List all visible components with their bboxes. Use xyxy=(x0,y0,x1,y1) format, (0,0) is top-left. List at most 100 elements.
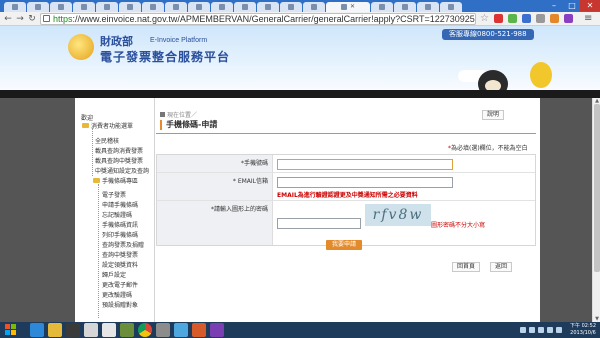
clock-time: 下午 02:52 xyxy=(570,323,596,329)
tab-favicon-icon xyxy=(104,4,110,10)
sidebar-item[interactable]: 全民稽核 xyxy=(95,136,119,145)
captcha-image: rfv8w xyxy=(365,204,431,226)
breadcrumb-arrow-icon xyxy=(160,112,165,117)
browser-tab[interactable] xyxy=(417,2,439,12)
tray-icon[interactable] xyxy=(538,327,544,333)
menu-icon[interactable]: ≡ xyxy=(584,14,593,24)
extension-icon[interactable] xyxy=(564,14,573,23)
sidebar-item[interactable]: 手機條碼資訊 xyxy=(102,220,138,229)
tab-favicon-icon xyxy=(173,4,179,10)
volume-icon[interactable] xyxy=(547,327,553,333)
system-tray xyxy=(520,324,562,336)
sidebar-item[interactable]: 電子發票 xyxy=(102,190,126,199)
maximize-window-icon[interactable]: □ xyxy=(564,0,580,11)
browser-tab[interactable] xyxy=(50,2,72,12)
tree-line xyxy=(98,184,99,318)
vertical-scrollbar[interactable]: ▲ ▼ xyxy=(592,98,600,322)
start-button-windows-icon[interactable] xyxy=(5,324,17,336)
close-window-icon[interactable]: ✕ xyxy=(580,0,600,11)
browser-tab[interactable] xyxy=(96,2,118,12)
phone-label: *手機號碼 xyxy=(157,155,273,172)
page-title: 手機條碼-申請 xyxy=(166,120,218,129)
logo-icon[interactable] xyxy=(68,34,94,60)
browser-tab[interactable] xyxy=(394,2,416,12)
folder-icon xyxy=(82,123,89,128)
back-button[interactable]: 返回 xyxy=(490,262,512,272)
title-divider xyxy=(156,133,536,134)
browser-tab[interactable] xyxy=(4,2,26,12)
browser-tab[interactable] xyxy=(27,2,49,12)
sidebar-item[interactable]: 更改驗證碼 xyxy=(102,290,132,299)
internet-explorer-icon[interactable] xyxy=(30,323,44,337)
word-icon[interactable] xyxy=(84,323,98,337)
sidebar-folder-mobile-barcode[interactable]: 手機條碼專區 xyxy=(93,176,138,185)
browser-tab[interactable] xyxy=(280,2,302,12)
email-input[interactable] xyxy=(277,177,453,188)
forward-arrow-icon[interactable]: → xyxy=(15,14,25,24)
extension-icon[interactable] xyxy=(494,14,503,23)
scrollbar-thumb[interactable] xyxy=(594,104,600,272)
app-icon[interactable] xyxy=(102,323,116,337)
sidebar-item[interactable]: 更改電子郵件 xyxy=(102,280,138,289)
browser-tab[interactable] xyxy=(119,2,141,12)
sidebar-item[interactable]: 列印手機條碼 xyxy=(102,230,138,239)
browser-tab[interactable] xyxy=(257,2,279,12)
tab-favicon-icon xyxy=(265,4,271,10)
email-label: * EMAIL信箱 xyxy=(157,173,273,200)
sidebar-item[interactable]: 載具查詢消費發票 xyxy=(95,146,143,155)
apply-button[interactable]: 我要申請 xyxy=(326,240,362,250)
home-button[interactable]: 回首頁 xyxy=(452,262,480,272)
browser-tab-active[interactable]: ✕ xyxy=(326,2,370,12)
minecraft-icon[interactable] xyxy=(120,323,134,337)
tab-favicon-icon xyxy=(340,4,347,10)
email-warning: EMAIL為進行驗證認證更及中獎通知所需之必要資料 xyxy=(277,192,418,199)
tab-favicon-icon xyxy=(288,4,294,10)
app-icon[interactable] xyxy=(192,323,206,337)
sidebar-item[interactable]: 忘記驗證碼 xyxy=(102,210,132,219)
sidebar-item[interactable]: 歸戶設定 xyxy=(102,270,126,279)
captcha-input[interactable] xyxy=(277,218,361,229)
app-icon[interactable] xyxy=(174,323,188,337)
browser-tab[interactable] xyxy=(371,2,393,12)
browser-tab[interactable] xyxy=(165,2,187,12)
file-explorer-icon[interactable] xyxy=(48,323,62,337)
browser-tab[interactable] xyxy=(211,2,233,12)
clock[interactable]: 下午 02:52 2013/10/6 xyxy=(568,323,598,337)
chrome-icon[interactable] xyxy=(138,323,152,337)
sidebar-item[interactable]: 中獎通知設定及查詢 xyxy=(95,166,149,175)
extension-icon[interactable] xyxy=(508,14,517,23)
browser-tab[interactable] xyxy=(234,2,256,12)
app-icon[interactable] xyxy=(156,323,170,337)
tray-icon[interactable] xyxy=(520,327,526,333)
breadcrumb-text: 現在位置／ xyxy=(167,112,198,119)
address-bar[interactable]: https://www.einvoice.nat.gov.tw/APMEMBER… xyxy=(40,13,476,25)
site-title[interactable]: 電子發票整合服務平台 xyxy=(100,48,230,65)
phone-input[interactable] xyxy=(277,159,453,170)
tray-icon[interactable] xyxy=(529,327,535,333)
tab-close-icon[interactable]: ✕ xyxy=(350,4,355,10)
browser-tab[interactable] xyxy=(188,2,210,12)
extension-icon[interactable] xyxy=(550,14,559,23)
sidebar-item[interactable]: 載具查詢中獎發票 xyxy=(95,156,143,165)
extension-icon[interactable] xyxy=(536,14,545,23)
browser-tab[interactable] xyxy=(303,2,325,12)
back-arrow-icon[interactable]: ← xyxy=(3,14,13,24)
sidebar-item[interactable]: 申請手機條碼 xyxy=(102,200,138,209)
browser-tab[interactable] xyxy=(142,2,164,12)
browser-tab[interactable] xyxy=(73,2,95,12)
minimize-window-icon[interactable]: – xyxy=(546,0,562,11)
sidebar-item[interactable]: 查詢發票及捐贈 xyxy=(102,240,144,249)
sidebar-item[interactable]: 預設捐贈對象 xyxy=(102,300,138,309)
lock-icon[interactable] xyxy=(43,15,50,22)
logo-text[interactable]: 財政部 xyxy=(100,36,133,48)
visual-studio-icon[interactable] xyxy=(210,323,224,337)
media-player-icon[interactable] xyxy=(66,323,80,337)
reload-icon[interactable]: ↻ xyxy=(27,14,37,24)
network-icon[interactable] xyxy=(556,327,562,333)
extension-icon[interactable] xyxy=(522,14,531,23)
browser-tab[interactable] xyxy=(440,2,462,12)
sidebar-folder-consumer[interactable]: 消費者功能選單 xyxy=(82,121,133,130)
bookmark-star-icon[interactable]: ☆ xyxy=(480,13,489,24)
sidebar-item[interactable]: 設定領獎資料 xyxy=(102,260,138,269)
sidebar-item[interactable]: 查詢中獎發票 xyxy=(102,250,138,259)
